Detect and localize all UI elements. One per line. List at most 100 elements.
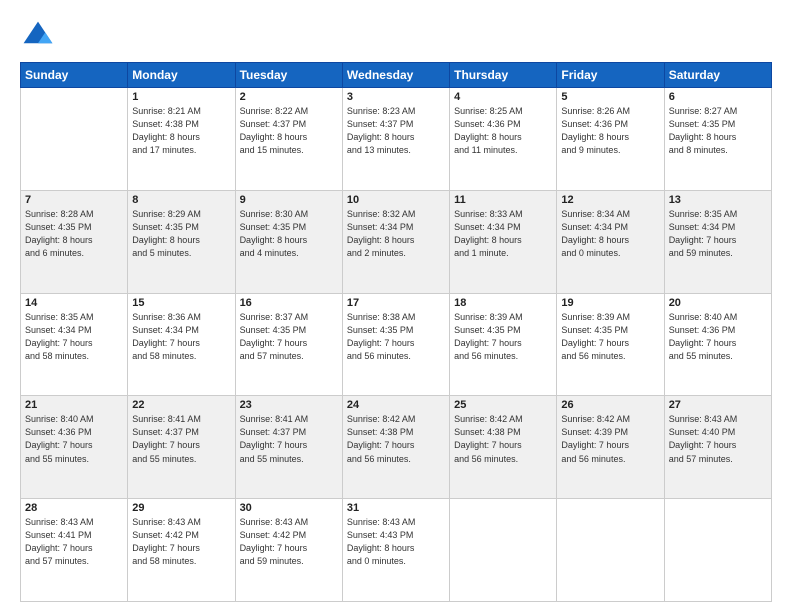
day-of-week-tuesday: Tuesday [235,63,342,88]
day-info: Sunrise: 8:41 AMSunset: 4:37 PMDaylight:… [240,413,338,465]
day-number: 20 [669,297,767,309]
day-info: Sunrise: 8:28 AMSunset: 4:35 PMDaylight:… [25,208,123,260]
day-number: 3 [347,91,445,103]
day-number: 22 [132,399,230,411]
calendar-week-row: 28 Sunrise: 8:43 AMSunset: 4:41 PMDayligh… [21,499,772,602]
calendar-cell: 22 Sunrise: 8:41 AMSunset: 4:37 PMDayligh… [128,396,235,499]
day-number: 31 [347,502,445,514]
day-of-week-thursday: Thursday [450,63,557,88]
day-info: Sunrise: 8:21 AMSunset: 4:38 PMDaylight:… [132,105,230,157]
calendar-cell: 5 Sunrise: 8:26 AMSunset: 4:36 PMDaylight… [557,88,664,191]
day-number: 4 [454,91,552,103]
day-info: Sunrise: 8:40 AMSunset: 4:36 PMDaylight:… [25,413,123,465]
day-number: 30 [240,502,338,514]
calendar-cell: 20 Sunrise: 8:40 AMSunset: 4:36 PMDayligh… [664,293,771,396]
calendar-table: SundayMondayTuesdayWednesdayThursdayFrid… [20,62,772,602]
calendar-cell: 12 Sunrise: 8:34 AMSunset: 4:34 PMDayligh… [557,190,664,293]
calendar-cell: 24 Sunrise: 8:42 AMSunset: 4:38 PMDayligh… [342,396,449,499]
calendar-cell: 4 Sunrise: 8:25 AMSunset: 4:36 PMDaylight… [450,88,557,191]
calendar-cell: 31 Sunrise: 8:43 AMSunset: 4:43 PMDayligh… [342,499,449,602]
day-info: Sunrise: 8:40 AMSunset: 4:36 PMDaylight:… [669,311,767,363]
day-number: 23 [240,399,338,411]
day-info: Sunrise: 8:35 AMSunset: 4:34 PMDaylight:… [669,208,767,260]
header [20,18,772,54]
calendar-cell: 2 Sunrise: 8:22 AMSunset: 4:37 PMDaylight… [235,88,342,191]
calendar-cell [664,499,771,602]
day-info: Sunrise: 8:22 AMSunset: 4:37 PMDaylight:… [240,105,338,157]
day-info: Sunrise: 8:25 AMSunset: 4:36 PMDaylight:… [454,105,552,157]
day-info: Sunrise: 8:43 AMSunset: 4:42 PMDaylight:… [240,516,338,568]
day-info: Sunrise: 8:27 AMSunset: 4:35 PMDaylight:… [669,105,767,157]
calendar-header-row: SundayMondayTuesdayWednesdayThursdayFrid… [21,63,772,88]
day-number: 21 [25,399,123,411]
day-info: Sunrise: 8:42 AMSunset: 4:38 PMDaylight:… [347,413,445,465]
day-number: 28 [25,502,123,514]
day-info: Sunrise: 8:42 AMSunset: 4:38 PMDaylight:… [454,413,552,465]
page: SundayMondayTuesdayWednesdayThursdayFrid… [0,0,792,612]
day-of-week-sunday: Sunday [21,63,128,88]
calendar-week-row: 14 Sunrise: 8:35 AMSunset: 4:34 PMDayligh… [21,293,772,396]
day-number: 5 [561,91,659,103]
day-number: 26 [561,399,659,411]
day-info: Sunrise: 8:34 AMSunset: 4:34 PMDaylight:… [561,208,659,260]
calendar-cell [557,499,664,602]
calendar-cell: 26 Sunrise: 8:42 AMSunset: 4:39 PMDayligh… [557,396,664,499]
calendar-cell: 25Sunrise: 8:42 AMSunset: 4:38 PMDayligh… [450,396,557,499]
calendar-week-row: 7 Sunrise: 8:28 AMSunset: 4:35 PMDaylight… [21,190,772,293]
day-of-week-friday: Friday [557,63,664,88]
day-of-week-wednesday: Wednesday [342,63,449,88]
day-info: Sunrise: 8:30 AMSunset: 4:35 PMDaylight:… [240,208,338,260]
day-number: 11 [454,194,552,206]
day-info: Sunrise: 8:39 AMSunset: 4:35 PMDaylight:… [454,311,552,363]
day-number: 16 [240,297,338,309]
day-info: Sunrise: 8:29 AMSunset: 4:35 PMDaylight:… [132,208,230,260]
day-number: 7 [25,194,123,206]
day-info: Sunrise: 8:41 AMSunset: 4:37 PMDaylight:… [132,413,230,465]
calendar-cell: 11 Sunrise: 8:33 AMSunset: 4:34 PMDayligh… [450,190,557,293]
day-info: Sunrise: 8:37 AMSunset: 4:35 PMDaylight:… [240,311,338,363]
calendar-week-row: 21 Sunrise: 8:40 AMSunset: 4:36 PMDayligh… [21,396,772,499]
day-number: 13 [669,194,767,206]
calendar-cell: 18 Sunrise: 8:39 AMSunset: 4:35 PMDayligh… [450,293,557,396]
calendar-cell: 28 Sunrise: 8:43 AMSunset: 4:41 PMDayligh… [21,499,128,602]
day-number: 17 [347,297,445,309]
logo [20,18,60,54]
day-info: Sunrise: 8:32 AMSunset: 4:34 PMDaylight:… [347,208,445,260]
day-number: 8 [132,194,230,206]
day-info: Sunrise: 8:33 AMSunset: 4:34 PMDaylight:… [454,208,552,260]
calendar-cell [450,499,557,602]
day-number: 12 [561,194,659,206]
calendar-cell: 6Sunrise: 8:27 AMSunset: 4:35 PMDaylight… [664,88,771,191]
day-number: 18 [454,297,552,309]
day-info: Sunrise: 8:26 AMSunset: 4:36 PMDaylight:… [561,105,659,157]
day-info: Sunrise: 8:39 AMSunset: 4:35 PMDaylight:… [561,311,659,363]
day-info: Sunrise: 8:38 AMSunset: 4:35 PMDaylight:… [347,311,445,363]
calendar-cell: 14 Sunrise: 8:35 AMSunset: 4:34 PMDayligh… [21,293,128,396]
day-number: 24 [347,399,445,411]
day-info: Sunrise: 8:36 AMSunset: 4:34 PMDaylight:… [132,311,230,363]
calendar-cell: 3 Sunrise: 8:23 AMSunset: 4:37 PMDaylight… [342,88,449,191]
day-number: 1 [132,91,230,103]
day-info: Sunrise: 8:42 AMSunset: 4:39 PMDaylight:… [561,413,659,465]
day-info: Sunrise: 8:43 AMSunset: 4:40 PMDaylight:… [669,413,767,465]
calendar-cell: 10 Sunrise: 8:32 AMSunset: 4:34 PMDayligh… [342,190,449,293]
calendar-cell [21,88,128,191]
logo-icon [20,18,56,54]
day-number: 14 [25,297,123,309]
day-info: Sunrise: 8:43 AMSunset: 4:43 PMDaylight:… [347,516,445,568]
calendar-cell: 17 Sunrise: 8:38 AMSunset: 4:35 PMDayligh… [342,293,449,396]
day-number: 27 [669,399,767,411]
day-number: 15 [132,297,230,309]
day-info: Sunrise: 8:35 AMSunset: 4:34 PMDaylight:… [25,311,123,363]
day-info: Sunrise: 8:43 AMSunset: 4:41 PMDaylight:… [25,516,123,568]
calendar-cell: 7 Sunrise: 8:28 AMSunset: 4:35 PMDaylight… [21,190,128,293]
calendar-cell: 15 Sunrise: 8:36 AMSunset: 4:34 PMDayligh… [128,293,235,396]
day-info: Sunrise: 8:23 AMSunset: 4:37 PMDaylight:… [347,105,445,157]
day-of-week-monday: Monday [128,63,235,88]
day-number: 10 [347,194,445,206]
day-of-week-saturday: Saturday [664,63,771,88]
calendar-cell: 27 Sunrise: 8:43 AMSunset: 4:40 PMDayligh… [664,396,771,499]
calendar-cell: 29Sunrise: 8:43 AMSunset: 4:42 PMDayligh… [128,499,235,602]
day-number: 2 [240,91,338,103]
calendar-cell: 19Sunrise: 8:39 AMSunset: 4:35 PMDayligh… [557,293,664,396]
